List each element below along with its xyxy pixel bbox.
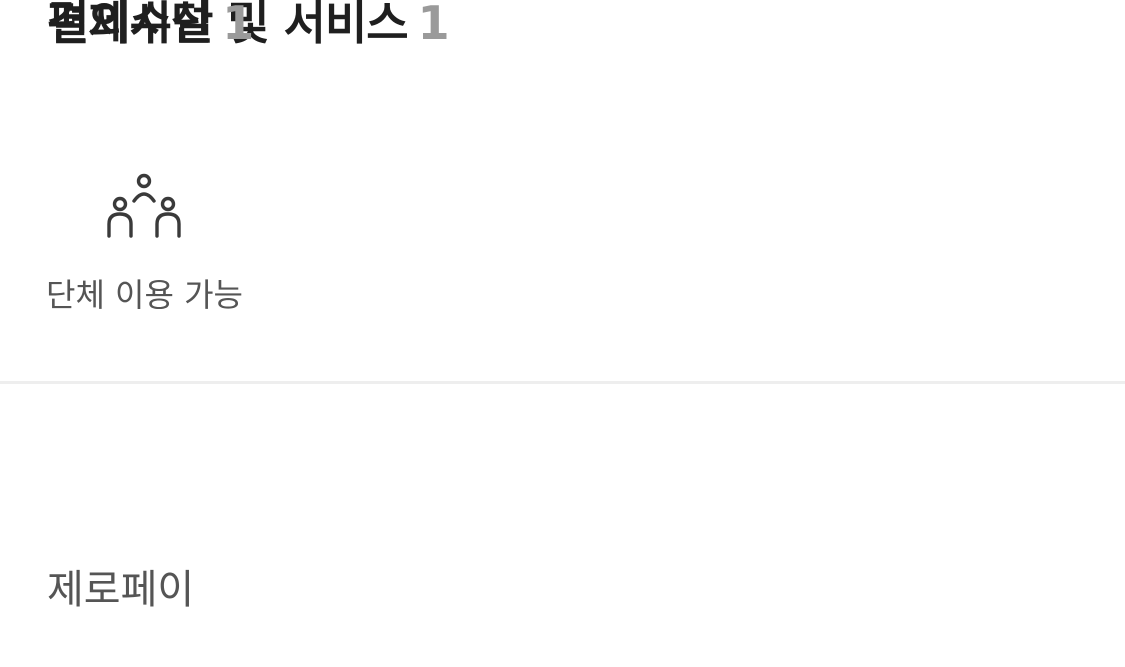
payment-section [0,384,1125,667]
payment-title: 결제수단 1 [47,0,254,46]
amenity-label: 단체 이용 가능 [46,276,243,314]
facilities-count: 1 [417,0,450,50]
group-icon [102,170,186,242]
payment-title-text: 결제수단 [47,0,213,50]
amenity-item-group: 단체 이용 가능 [44,170,244,320]
payment-count: 1 [222,0,254,50]
payment-method-item: 제로페이 [47,567,195,613]
